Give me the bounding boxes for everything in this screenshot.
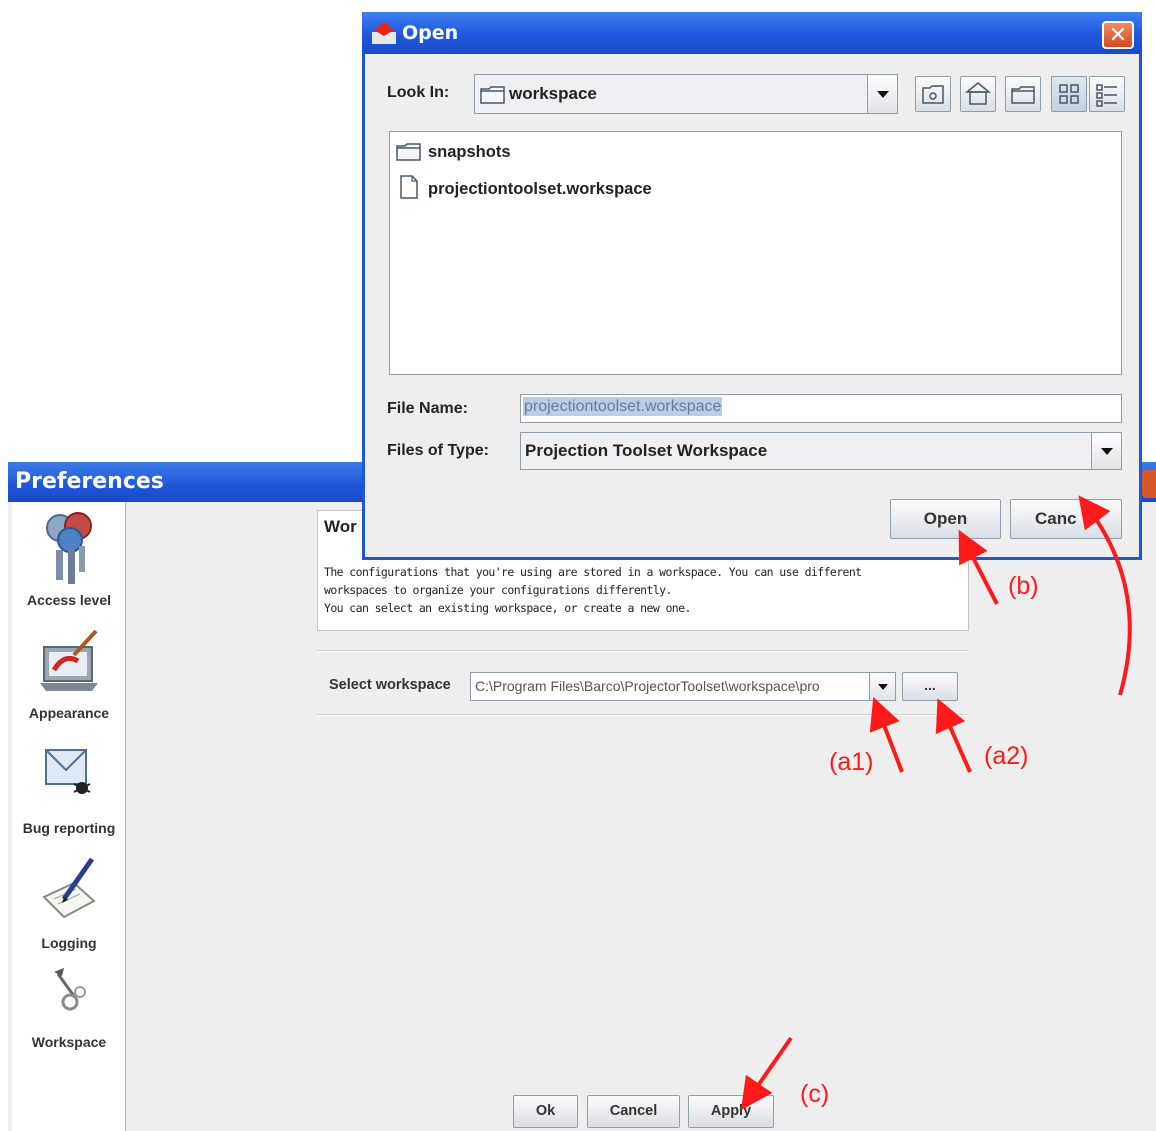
annotation-label-b: (b) bbox=[1008, 572, 1039, 600]
arrow-c bbox=[740, 1036, 793, 1111]
annotation-arrows bbox=[740, 495, 1132, 1111]
annotation-label-a1: (a1) bbox=[829, 748, 874, 776]
arrow-curved bbox=[1078, 495, 1132, 696]
arrow-b bbox=[958, 529, 999, 605]
arrow-a2 bbox=[935, 698, 972, 773]
arrow-a1 bbox=[869, 697, 904, 773]
annotation-label-c: (c) bbox=[800, 1080, 830, 1108]
annotation-label-a2: (a2) bbox=[984, 742, 1029, 770]
